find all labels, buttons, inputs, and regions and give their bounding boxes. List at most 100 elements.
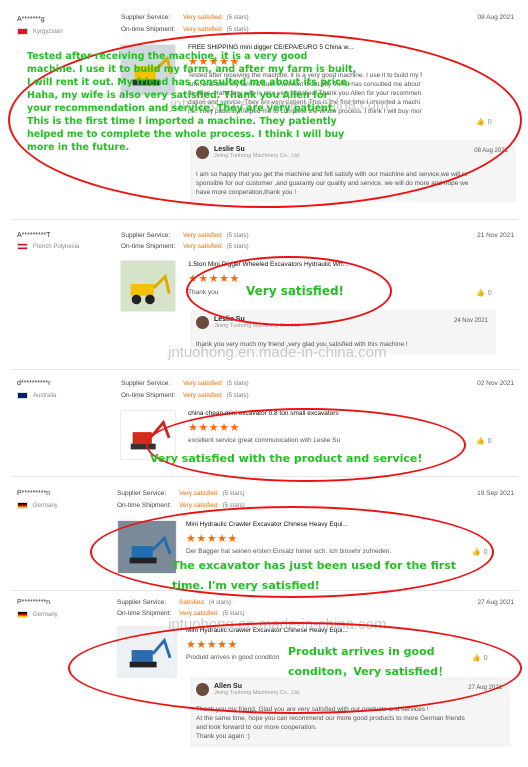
annotation-line: Produkt arrives in good <box>288 645 435 658</box>
supplier-service-stars: (5 stars) <box>222 490 245 497</box>
country-label: Kyrgyzstan <box>33 28 63 35</box>
rating-stars: ★★★★★ <box>188 273 240 285</box>
buyer-country: Kyrgyzstan <box>17 28 63 35</box>
review-divider <box>12 476 518 477</box>
supplier-service-value: Satisfied <box>179 599 204 606</box>
product-name[interactable]: Mini Hydraulic Crawler Excavator Chinese… <box>186 627 348 634</box>
thumbs-up-icon: 👍 <box>472 655 481 662</box>
supplier-service-label: Supplier Service: <box>121 232 171 239</box>
thumbs-up-icon: 👍 <box>472 549 481 556</box>
country-label: Germany <box>33 502 58 509</box>
thumbs-up-icon: 👍 <box>476 119 485 126</box>
flag-germany-icon <box>17 502 28 509</box>
country-label: Germany <box>33 611 58 618</box>
supplier-service-label: Supplier Service: <box>121 380 171 387</box>
like-button[interactable]: 👍 0 <box>472 654 488 663</box>
avatar <box>196 316 209 329</box>
supplier-service-stars: (5 stars) <box>226 14 249 21</box>
reply-text-line: thank you very much my friend ,very glad… <box>196 341 408 348</box>
shipment-value: Very satisfied <box>179 610 218 617</box>
supplier-service-row: Supplier Service: Satisfied (4 stars) <box>117 599 231 606</box>
buyer-name: A*********T <box>17 232 51 239</box>
like-count: 0 <box>487 437 492 445</box>
like-button[interactable]: 👍 0 <box>476 437 492 446</box>
country-label: French Polynesia <box>33 243 80 250</box>
shipment-label: On-time Shipment: <box>117 502 172 509</box>
shipment-value: Very satisfied <box>179 502 218 509</box>
product-image[interactable] <box>120 260 176 312</box>
shipment-stars: (5 stars) <box>226 243 249 250</box>
buyer-name: d**********r <box>17 380 51 387</box>
like-button[interactable]: 👍 0 <box>472 548 488 557</box>
review-text: excellent service great communication wi… <box>188 437 341 444</box>
annotation-text: Very satisfied with the product and serv… <box>150 452 423 465</box>
rating-stars: ★★★★★ <box>188 422 240 434</box>
annotation-line: more in the future. <box>27 142 130 153</box>
flag-germany-icon <box>17 611 28 618</box>
annotation-line: helped me to complete the whole process.… <box>27 129 345 140</box>
product-image[interactable] <box>117 626 177 678</box>
buyer-country: French Polynesia <box>17 243 79 250</box>
reply-text-line: Thank you again :) <box>196 733 250 740</box>
shipment-stars: (5 stars) <box>222 502 245 509</box>
shipment-label: On-time Shipment: <box>117 610 172 617</box>
annotation-line: Haha, my wife is also very satisfied. Th… <box>27 90 329 101</box>
supplier-reply: Allen Su Jining Tuohong Machinery Co., L… <box>190 677 510 747</box>
reply-name: Allen Su <box>214 683 243 690</box>
review-text: Produkt arrives in good conditon <box>186 654 280 661</box>
reply-date: 24 Nov 2021 <box>453 318 488 324</box>
supplier-service-row: Supplier Service: Very satisfied (5 star… <box>121 14 249 21</box>
buyer-country: Australia <box>17 392 56 399</box>
shipment-value: Very satisfied <box>183 26 222 33</box>
annotation-line: This is the first time I imported a mach… <box>27 116 337 127</box>
country-label: Australia <box>33 392 57 399</box>
shipment-row: On-time Shipment: Very satisfied (5 star… <box>121 243 249 250</box>
buyer-name: P*********n <box>17 490 51 497</box>
supplier-service-row: Supplier Service: Very satisfied (5 star… <box>121 380 249 387</box>
shipment-value: Very satisfied <box>183 243 222 250</box>
review-date: 08 Aug 2021 <box>477 14 514 21</box>
shipment-row: On-time Shipment: Very satisfied (5 star… <box>117 610 245 617</box>
shipment-row: On-time Shipment: Very satisfied (5 star… <box>121 26 249 33</box>
like-count: 0 <box>483 654 488 662</box>
like-button[interactable]: 👍 0 <box>476 289 492 298</box>
shipment-stars: (5 stars) <box>222 610 245 617</box>
thumbs-up-icon: 👍 <box>476 290 485 297</box>
supplier-service-row: Supplier Service: Very satisfied (5 star… <box>121 232 249 239</box>
supplier-service-row: Supplier Service: Very satisfied (5 star… <box>117 490 245 497</box>
avatar <box>196 683 209 696</box>
annotation-line: machine. I use it to build my farm, and … <box>27 64 357 75</box>
like-count: 0 <box>487 118 492 126</box>
flag-australia-icon <box>17 392 28 399</box>
supplier-service-label: Supplier Service: <box>121 14 171 21</box>
reply-text-line: Thank you my friend, Glad you are very s… <box>196 706 429 713</box>
thumbs-up-icon: 👍 <box>476 438 485 445</box>
buyer-name: P*********n <box>17 599 51 606</box>
annotation-line: I will rent it out. My friend has consul… <box>27 77 351 88</box>
product-name[interactable]: Mini Hydraulic Crawler Excavator Chinese… <box>186 521 348 528</box>
reply-date: 27 Aug 2021 <box>468 685 502 691</box>
product-image[interactable] <box>117 520 177 574</box>
reply-text-line: At the same time, hope you can recommend… <box>196 715 465 722</box>
buyer-country: Germany <box>17 502 58 509</box>
review-date: 02 Nov 2021 <box>477 380 514 387</box>
annotation-line: Tested after receiving the machine, it i… <box>27 51 308 62</box>
review-text: Der Bagger hat seinen ersten Einsatz hin… <box>186 548 392 555</box>
annotation-line: time. I'm very satisfied! <box>172 579 320 592</box>
product-name[interactable]: china cheap mini excavator 0.8 ton small… <box>188 410 339 417</box>
supplier-service-stars: (4 stars) <box>208 599 231 606</box>
reply-company: Jining Tuohong Machinery Co., Ltd <box>214 323 299 329</box>
reply-company: Jining Tuohong Machinery Co., Ltd. <box>214 690 301 696</box>
like-button[interactable]: 👍 0 <box>476 118 492 127</box>
annotation-line: conditon，Very satisfied！ <box>288 665 450 678</box>
product-name[interactable]: 1.5ton Mini Digger Wheeled Excavators Hy… <box>188 261 348 268</box>
annotation-line: your recommendation and service. They ar… <box>27 103 337 114</box>
rating-stars: ★★★★★ <box>186 639 238 651</box>
supplier-service-stars: (5 stars) <box>226 380 249 387</box>
supplier-service-value: Very satisfied <box>183 232 222 239</box>
review-date: 19 Sep 2021 <box>477 490 514 497</box>
supplier-service-stars: (5 stars) <box>226 232 249 239</box>
review-date: 27 Aug 2021 <box>477 599 514 606</box>
shipment-row: On-time Shipment: Very satisfied (5 star… <box>117 502 245 509</box>
buyer-name: A*******g <box>17 16 45 23</box>
